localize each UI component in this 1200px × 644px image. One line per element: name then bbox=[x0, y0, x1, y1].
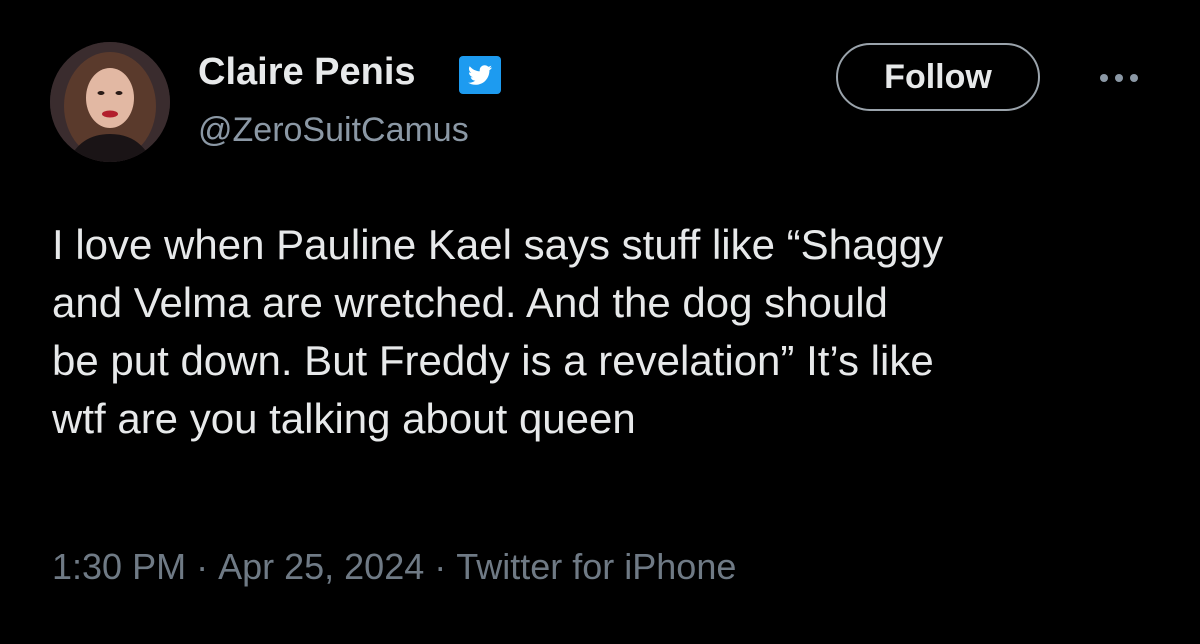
avatar-image bbox=[50, 42, 170, 162]
tweet-time[interactable]: 1:30 PM bbox=[52, 546, 186, 587]
tweet-text-line: I love when Pauline Kael says stuff like… bbox=[52, 221, 944, 268]
avatar[interactable] bbox=[50, 42, 170, 162]
meta-separator: · bbox=[196, 546, 209, 587]
tweet-text-line: wtf are you talking about queen bbox=[52, 395, 636, 442]
more-options-icon[interactable] bbox=[1094, 68, 1144, 88]
user-handle[interactable]: @ZeroSuitCamus bbox=[198, 108, 469, 152]
tweet-text-line: and Velma are wretched. And the dog shou… bbox=[52, 279, 888, 326]
tweet-text-line: be put down. But Freddy is a revelation”… bbox=[52, 337, 934, 384]
tweet-metadata: 1:30 PM · Apr 25, 2024 · Twitter for iPhone bbox=[52, 544, 736, 590]
follow-button[interactable]: Follow bbox=[836, 43, 1040, 111]
meta-separator: · bbox=[434, 546, 447, 587]
twitter-bird-verified-icon bbox=[458, 55, 502, 95]
tweet-card: Claire Penis @ZeroSuitCamus Follow I lov… bbox=[0, 0, 1200, 644]
tweet-source[interactable]: Twitter for iPhone bbox=[456, 546, 736, 587]
tweet-text: I love when Pauline Kael says stuff like… bbox=[52, 216, 1172, 448]
display-name[interactable]: Claire Penis bbox=[198, 48, 416, 96]
tweet-date[interactable]: Apr 25, 2024 bbox=[218, 546, 424, 587]
